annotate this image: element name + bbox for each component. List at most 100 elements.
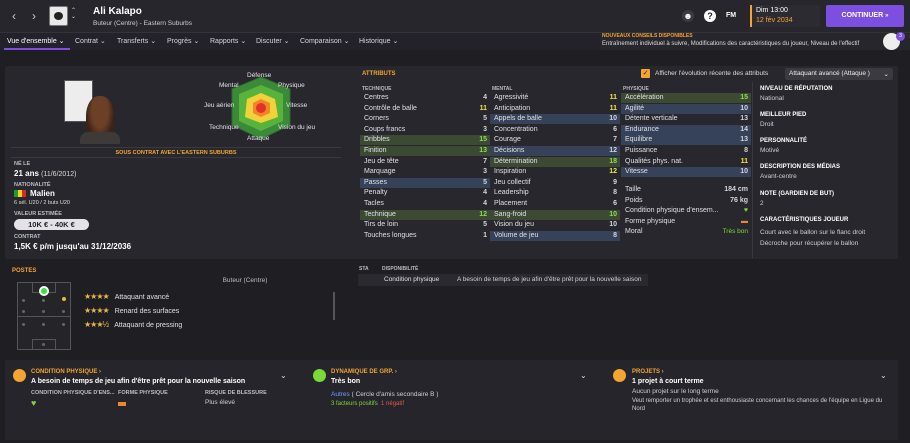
attribute-value: 4 (483, 189, 487, 197)
attribute-name: Corners (364, 115, 389, 123)
scrollbar[interactable] (333, 292, 335, 320)
attribute-row[interactable]: Agressivité 11 (490, 93, 620, 103)
group-subtitle: Autres ( Cercle d'amis secondaire B ) (331, 391, 439, 398)
position-dot[interactable] (22, 323, 25, 326)
player-avatar-icon[interactable]: ☻ (682, 10, 694, 22)
attribute-name: Concentration (494, 125, 538, 133)
club-switch-icon[interactable]: ⌃ ⌄ (71, 8, 76, 20)
attribute-row[interactable]: Tirs de loin 5 (360, 220, 490, 230)
attribute-row[interactable]: Placement 6 (490, 199, 620, 209)
continue-label: CONTINUER (841, 12, 884, 19)
chevron-down-icon[interactable]: ⌄ (280, 371, 287, 380)
chevron-down-icon[interactable]: ⌄ (580, 371, 587, 380)
attribute-row[interactable]: Volume de jeu 8 (490, 230, 620, 241)
advice-panel[interactable]: NOUVEAUX CONSEILS DISPONIBLES Entraîneme… (600, 33, 910, 50)
chevron-down-icon[interactable]: ⌄ (880, 371, 887, 380)
attribute-row[interactable]: Contrôle de balle 11 (360, 104, 490, 114)
attribute-row[interactable]: Coups francs 3 (360, 125, 490, 135)
role-dropdown[interactable]: Attaquant avancé (Attaque ) ⌄ (785, 68, 893, 80)
position-dot[interactable] (22, 299, 25, 302)
attribute-row[interactable]: Passes 5 (360, 177, 490, 188)
advice-count-badge: 3 (896, 32, 905, 41)
role-row[interactable]: ★★★★ Attaquant avancé (84, 292, 169, 301)
age-value: 21 ans (14, 169, 39, 178)
attribute-row[interactable]: Vitesse 10 (621, 167, 751, 178)
attribute-row[interactable]: Sang-froid 10 (490, 209, 620, 220)
attribute-value: 13 (479, 147, 487, 154)
position-dot[interactable] (42, 343, 45, 346)
club-crest-icon[interactable] (49, 6, 68, 26)
help-icon[interactable]: ? (704, 10, 716, 22)
date-box[interactable]: Dim 13:00 12 fév 2034 (750, 5, 820, 27)
continue-button[interactable]: CONTINUER » (826, 5, 904, 27)
role-row[interactable]: ★★★★ Renard des surfaces (84, 306, 179, 315)
attribute-row[interactable]: Qualités phys. nat. 11 (621, 157, 751, 167)
tab-reports[interactable]: Rapports ⌄ (210, 37, 246, 45)
attribute-row[interactable]: Dribbles 15 (360, 135, 490, 146)
position-dot[interactable] (22, 310, 25, 313)
group-title[interactable]: DYNAMIQUE DE GRP. › (331, 369, 397, 375)
attribute-row[interactable]: Détente verticale 13 (621, 114, 751, 124)
attribute-row[interactable]: Vision du jeu 10 (490, 220, 620, 230)
attribute-row[interactable]: Tacles 4 (360, 199, 490, 209)
attribute-row[interactable]: Jeu de tête 7 (360, 157, 490, 167)
tab-progress[interactable]: Progrès ⌄ (167, 37, 199, 45)
forward-arrow-icon[interactable]: › (26, 8, 42, 24)
player-header: Ali Kalapo Buteur (Centre) - Eastern Sub… (93, 6, 192, 27)
attribute-row[interactable]: Puissance 8 (621, 146, 751, 156)
attribute-row[interactable]: Penalty 4 (360, 188, 490, 198)
attribute-row[interactable]: Finition 13 (360, 146, 490, 156)
attribute-row[interactable]: Accélération 15 (621, 93, 751, 103)
fm-menu-button[interactable]: FM (726, 12, 736, 19)
attribute-row[interactable]: Corners 5 (360, 114, 490, 124)
tab-bar: Vue d'ensemble ⌄ Contrat ⌄ Transferts ⌄ … (0, 33, 600, 50)
attribute-row[interactable]: Leadership 8 (490, 188, 620, 198)
position-dot[interactable] (42, 299, 45, 302)
projects-title[interactable]: PROJETS › (632, 369, 664, 375)
tab-discuss[interactable]: Discuter ⌄ (256, 37, 290, 45)
info-divider (752, 82, 753, 258)
condition-title[interactable]: CONDITION PHYSIQUE › (31, 369, 101, 375)
tab-transfers[interactable]: Transferts ⌄ (117, 37, 156, 45)
attribute-row[interactable]: Concentration 6 (490, 125, 620, 135)
position-dot[interactable] (62, 323, 65, 326)
availability-text: A besoin de temps de jeu afin d'être prê… (457, 276, 642, 283)
attribute-row[interactable]: Technique 12 (360, 209, 490, 220)
tab-history[interactable]: Historique ⌄ (359, 37, 398, 45)
availability-row[interactable]: Condition physique A besoin de temps de … (358, 274, 648, 286)
position-dot[interactable] (42, 323, 45, 326)
position-dot[interactable] (62, 310, 65, 313)
positions-title: POSTES (12, 268, 37, 274)
role-row[interactable]: ★★★½ Attaquant de pressing (84, 320, 182, 329)
tab-overview[interactable]: Vue d'ensemble ⌄ (7, 37, 65, 45)
attribute-row[interactable]: Décisions 12 (490, 146, 620, 156)
attribute-name: Coups francs (364, 125, 406, 133)
position-dot[interactable] (42, 310, 45, 313)
attribute-row[interactable]: Touches longues 1 (360, 231, 490, 241)
tab-contract[interactable]: Contrat ⌄ (75, 37, 106, 45)
value-pill[interactable]: 10K € - 40K € (14, 219, 89, 230)
attribute-row[interactable]: Anticipation 11 (490, 104, 620, 114)
info-label: CARACTÉRISTIQUES JOUEUR (760, 217, 849, 223)
attribute-row[interactable]: Endurance 14 (621, 124, 751, 135)
position-secondary-dot[interactable] (62, 297, 66, 301)
attribute-row[interactable]: Détermination 18 (490, 156, 620, 167)
show-evolution-toggle[interactable]: ✓ Afficher l'évolution récente des attri… (641, 69, 789, 80)
tab-comparison[interactable]: Comparaison ⌄ (300, 37, 349, 45)
attribute-row[interactable]: Appels de balle 10 (490, 114, 620, 125)
attribute-row[interactable]: Jeu collectif 9 (490, 178, 620, 188)
position-striker-dot[interactable] (39, 286, 49, 296)
group-link[interactable]: Autres (331, 391, 350, 398)
back-arrow-icon[interactable]: ‹ (6, 8, 22, 24)
checkbox-checked-icon[interactable]: ✓ (641, 69, 650, 78)
attribute-row[interactable]: Courage 7 (490, 135, 620, 145)
attribute-row[interactable]: Centres 4 (360, 93, 490, 103)
attribute-name: Anticipation (494, 104, 531, 112)
attribute-row[interactable]: Equilibre 13 (621, 135, 751, 146)
attribute-row[interactable]: Marquage 3 (360, 167, 490, 177)
stars-icon: ★★★½ (84, 320, 109, 329)
attribute-row[interactable]: Agilité 10 (621, 103, 751, 114)
attribute-row[interactable]: Inspiration 12 (490, 167, 620, 177)
attribute-name: Sang-froid (494, 210, 527, 218)
attribute-value: 3 (483, 168, 487, 176)
